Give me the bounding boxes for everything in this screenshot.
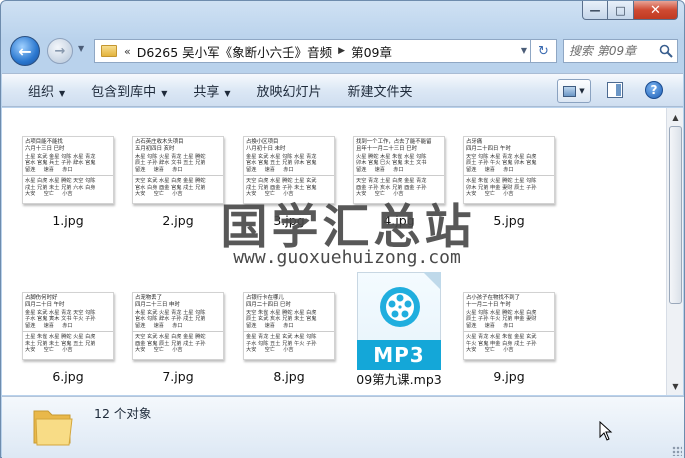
scroll-up-icon[interactable]: ▲ [668, 109, 683, 125]
thumbnail-table-top: 金星 玄武 水星 勾陈 水星 青龙 官水 官鬼 丑土 兄弟 卯木 官鬼 留连 速… [246, 154, 317, 173]
thumbnail-table-bottom: 水星 白虎 水星 腾蛇 天空 勾陈 戌土 兄弟 未土 兄弟 六水 白身 大安 空… [23, 175, 113, 197]
thumbnail-table-top: 金星 玄武 水星 青龙 天空 勾陈 子水 官鬼 寅木 文书 午火 子孙 留连 速… [25, 310, 96, 329]
scroll-down-icon[interactable]: ▼ [668, 378, 683, 394]
thumbnail-caption: 找到一个工作，占去了能不能留 且年十一月二十三日 巳时 [356, 139, 432, 152]
thumbnail-table-bottom: 土星 朱雀 水星 腾蛇 火星 白虎 未土 兄弟 未土 官鬼 丑土 兄弟 大安 空… [23, 331, 113, 353]
scrollbar-thumb[interactable] [669, 126, 682, 304]
thumbnail-table-top: 火星 勾陈 水星 腾蛇 水星 白虎 辰土 子孙 午火 兄弟 申金 妻财 留连 速… [466, 310, 537, 329]
file-name[interactable]: 2.jpg [123, 213, 233, 228]
chevron-right-icon[interactable]: ▶ [338, 46, 345, 56]
image-thumbnail: 占小孩子在物找不到了 十一月二十日 午时火星 勾陈 水星 腾蛇 水星 白虎 辰土 … [463, 292, 555, 360]
breadcrumb-current[interactable]: 第09章 [351, 42, 392, 61]
help-icon: ? [650, 83, 658, 97]
organize-menu[interactable]: 组织 ▼ [28, 81, 65, 100]
slideshow-button[interactable]: 放映幻灯片 [257, 81, 322, 100]
mouse-cursor-icon [599, 421, 613, 441]
breadcrumb-overflow[interactable]: « [124, 45, 131, 58]
chevron-down-icon: ▼ [224, 88, 231, 98]
organize-label: 组织 [28, 84, 55, 100]
thumbnail-caption: 占银行卡在哪儿 四月二十四日 巳时 [246, 295, 291, 308]
thumbnail-table-top: 木星 玄武 火星 青龙 土星 勾陈 官水 勾陈 辞水 子孙 戌土 兄弟 留连 速… [135, 310, 206, 329]
explorer-window: — □ ✕ ← → ▼ « D6265 吴小军《象断小六壬》音频 ▶ 第09章 … [0, 0, 685, 458]
resize-grip[interactable] [672, 446, 682, 456]
navigation-bar: ← → ▼ « D6265 吴小军《象断小六壬》音频 ▶ 第09章 ▼ ↻ [1, 34, 684, 68]
thumbnail-table-top: 木星 勾陈 火星 青龙 土星 腾蛇 辰土 子孙 辞水 文书 丑土 兄弟 留连 速… [135, 154, 206, 173]
file-item-image[interactable]: 占项目能不能找 六月十三日 巳时土星 玄武 金星 勾陈 水星 青龙 官水 官鬼 兵… [13, 136, 123, 264]
thumbnail-caption: 占石英庄收木头项目 五月初四日 亥时 [135, 139, 184, 152]
minimize-button[interactable]: — [582, 1, 608, 20]
vertical-scrollbar[interactable]: ▲ ▼ [666, 108, 683, 395]
refresh-button[interactable]: ↻ [531, 39, 557, 63]
chevron-down-icon: ▼ [579, 87, 585, 95]
file-item-image[interactable]: 占石英庄收木头项目 五月初四日 亥时木星 勾陈 火星 青龙 土星 腾蛇 辰土 子孙… [123, 136, 233, 264]
image-thumbnail: 占石英庄收木头项目 五月初四日 亥时木星 勾陈 火星 青龙 土星 腾蛇 辰土 子孙… [132, 136, 224, 204]
file-name[interactable]: 8.jpg [234, 369, 344, 384]
thumbnail-caption: 占宠物丢了 四月二十三日 申时 [135, 295, 180, 308]
chevron-down-icon[interactable]: ▼ [521, 46, 527, 55]
search-box[interactable] [563, 39, 678, 63]
search-input[interactable] [569, 44, 657, 58]
forward-button[interactable]: → [47, 38, 73, 64]
include-in-library-label: 包含到库中 [91, 84, 157, 100]
view-icon [563, 85, 577, 97]
command-bar: 组织 ▼ 包含到库中 ▼ 共享 ▼ 放映幻灯片 新建文件夹 ▼ ? [2, 73, 683, 107]
thumbnail-caption: 占牙痛 四月二十四日 午时 [466, 139, 511, 152]
thumbnail-table-top: 土星 玄武 金星 勾陈 水星 青龙 官水 官鬼 兵土 子孙 辞水 官鬼 留连 速… [25, 154, 96, 173]
file-name[interactable]: 1.jpg [13, 213, 123, 228]
thumbnail-table-top: 天空 勾陈 木星 青龙 水星 白虎 辰土 子孙 午火 官鬼 卯木 官鬼 留连 速… [466, 154, 537, 173]
thumbnail-caption: 占脚伤何时好 四月二十日 午时 [25, 295, 65, 308]
caption-buttons: — □ ✕ [582, 1, 678, 20]
share-menu[interactable]: 共享 ▼ [193, 81, 230, 100]
maximize-button[interactable]: □ [608, 1, 634, 20]
folder-icon [33, 410, 73, 446]
thumbnail-table-bottom: 金星 青龙 土星 玄武 木星 勾陈 子水 勾陈 丑土 兄弟 午火 子孙 大安 空… [244, 331, 334, 353]
chevron-down-icon: ▼ [161, 88, 168, 98]
thumbnail-table-top: 天空 朱雀 水星 腾蛇 水星 白虎 辰土 玄武 亥水 兄弟 未土 官鬼 留连 速… [246, 310, 317, 329]
breadcrumb-parent[interactable]: D6265 吴小军《象断小六壬》音频 [137, 42, 332, 61]
include-in-library-menu[interactable]: 包含到库中 ▼ [91, 81, 167, 100]
thumbnail-table-bottom: 天空 玄武 水星 白虎 金星 腾蛇 官水 白身 酉金 官鬼 戌土 兄弟 大安 空… [133, 175, 223, 197]
file-name[interactable]: 9.jpg [454, 369, 564, 384]
folder-icon [101, 45, 117, 57]
help-button[interactable]: ? [645, 81, 663, 99]
close-button[interactable]: ✕ [634, 1, 678, 20]
new-folder-button[interactable]: 新建文件夹 [348, 81, 413, 100]
image-thumbnail: 占脚伤何时好 四月二十日 午时金星 玄武 水星 青龙 天空 勾陈 子水 官鬼 寅木… [22, 292, 114, 360]
image-thumbnail: 占项目能不能找 六月十三日 巳时土星 玄武 金星 勾陈 水星 青龙 官水 官鬼 兵… [22, 136, 114, 204]
chevron-down-icon: ▼ [59, 88, 66, 98]
mp3-badge: MP3 [357, 340, 441, 370]
thumbnail-caption: 占換小区项目 八月初十日 未时 [246, 139, 286, 152]
details-pane: 12 个对象 [2, 396, 684, 458]
thumbnail-caption: 占小孩子在物找不到了 十一月二十日 午时 [466, 295, 520, 308]
file-name[interactable]: 6.jpg [13, 369, 123, 384]
thumbnail-caption: 占项目能不能找 六月十三日 巳时 [25, 139, 65, 152]
history-dropdown-icon[interactable]: ▼ [78, 44, 88, 56]
back-arrow-icon: ← [18, 41, 32, 61]
file-name[interactable]: 7.jpg [123, 369, 233, 384]
share-label: 共享 [193, 84, 220, 100]
image-thumbnail: 占宠物丢了 四月二十三日 申时木星 玄武 火星 青龙 土星 勾陈 官水 勾陈 辞水… [132, 292, 224, 360]
file-name[interactable]: 09第九课.mp3 [344, 369, 454, 388]
thumbnail-table-bottom: 天空 玄武 水星 白虎 金星 腾蛇 酉金 官鬼 辰土 兄弟 戌土 子孙 大安 空… [133, 331, 223, 353]
back-button[interactable]: ← [10, 36, 40, 66]
watermark-url: www.guoxuehuizong.com [233, 247, 461, 268]
page-fold [423, 272, 441, 290]
film-reel-icon [380, 287, 420, 327]
change-view-button[interactable]: ▼ [557, 79, 591, 103]
thumbnail-table-top: 火星 腾蛇 木星 朱雀 水星 勾陈 卯木 官鬼 巳火 官鬼 未土 文书 留连 速… [356, 154, 427, 173]
thumbnail-table-bottom: 火星 青龙 水星 朱雀 金星 玄武 午火 官鬼 申金 白身 戌土 子孙 大安 空… [464, 331, 554, 353]
forward-arrow-icon: → [54, 43, 66, 59]
refresh-icon: ↻ [538, 43, 549, 59]
image-thumbnail: 占银行卡在哪儿 四月二十四日 巳时天空 朱雀 水星 腾蛇 水星 白虎 辰土 玄武 … [243, 292, 335, 360]
search-icon[interactable] [659, 44, 673, 58]
address-bar[interactable]: « D6265 吴小军《象断小六壬》音频 ▶ 第09章 ▼ [94, 39, 531, 63]
item-count: 12 个对象 [94, 406, 152, 421]
preview-pane-button[interactable] [607, 82, 623, 98]
mp3-file-icon: MP3 [357, 272, 441, 370]
